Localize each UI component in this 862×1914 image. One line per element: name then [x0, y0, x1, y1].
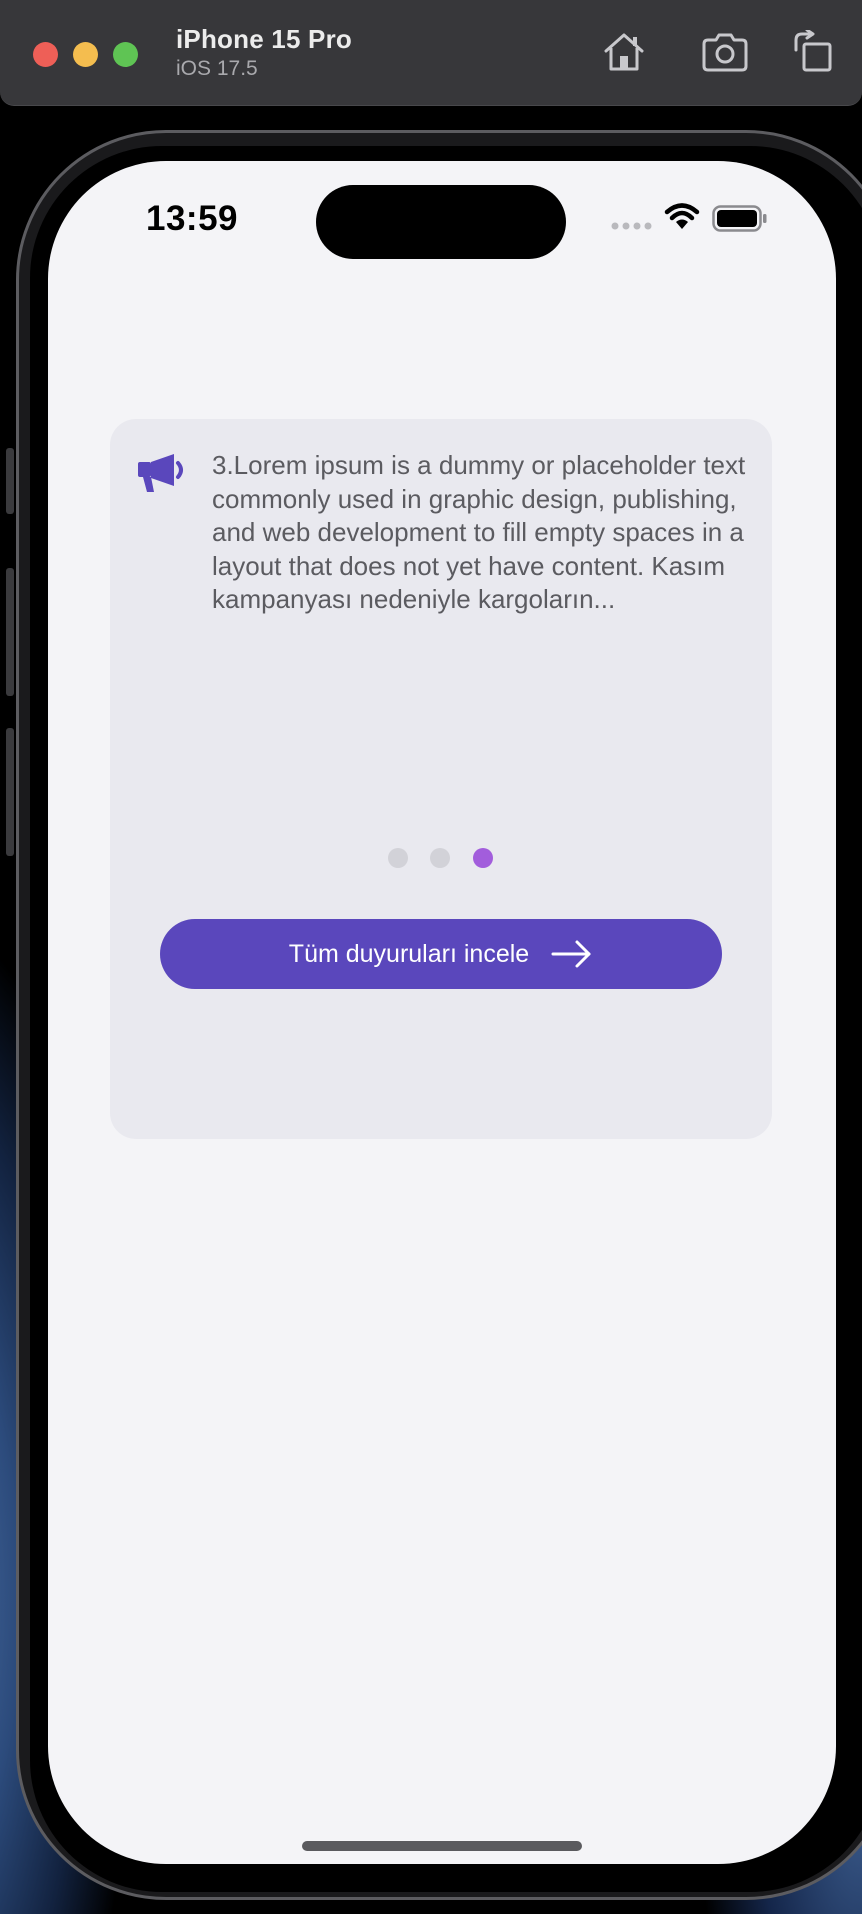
simulator-titlebar: iPhone 15 Pro iOS 17.5	[0, 0, 862, 106]
battery-icon	[712, 205, 767, 232]
all-announcements-button[interactable]: Tüm duyuruları incele	[160, 919, 722, 989]
dynamic-island	[316, 185, 566, 259]
window-minimize-button[interactable]	[73, 42, 98, 67]
wifi-icon	[664, 203, 700, 229]
screenshot-button[interactable]	[702, 30, 748, 74]
home-indicator[interactable]	[302, 1841, 582, 1851]
volume-up-button[interactable]	[6, 568, 14, 696]
all-announcements-button-label: Tüm duyuruları incele	[288, 939, 530, 968]
rotate-button[interactable]	[792, 28, 836, 74]
announcement-card: 3.Lorem ipsum is a dummy or placeholder …	[110, 419, 772, 1139]
page-dot-active[interactable]	[473, 848, 493, 868]
device-name: iPhone 15 Pro	[176, 24, 352, 54]
page-dot[interactable]	[430, 848, 450, 868]
window-close-button[interactable]	[33, 42, 58, 67]
phone-screen: 13:59 3.Lorem ipsum is a dummy or placeh…	[48, 161, 836, 1864]
screenshot-icon	[702, 33, 748, 72]
os-version: iOS 17.5	[176, 57, 258, 80]
arrow-right-icon	[551, 940, 591, 968]
action-button[interactable]	[6, 448, 14, 514]
volume-down-button[interactable]	[6, 728, 14, 856]
status-time: 13:59	[146, 199, 239, 238]
page-dot[interactable]	[388, 848, 408, 868]
rotate-icon	[794, 28, 832, 72]
home-icon	[604, 33, 644, 71]
home-button[interactable]	[602, 30, 646, 74]
signal-dots-icon	[611, 222, 652, 230]
window-maximize-button[interactable]	[113, 42, 138, 67]
megaphone-icon	[138, 454, 183, 492]
announcement-text: 3.Lorem ipsum is a dummy or placeholder …	[212, 450, 746, 614]
